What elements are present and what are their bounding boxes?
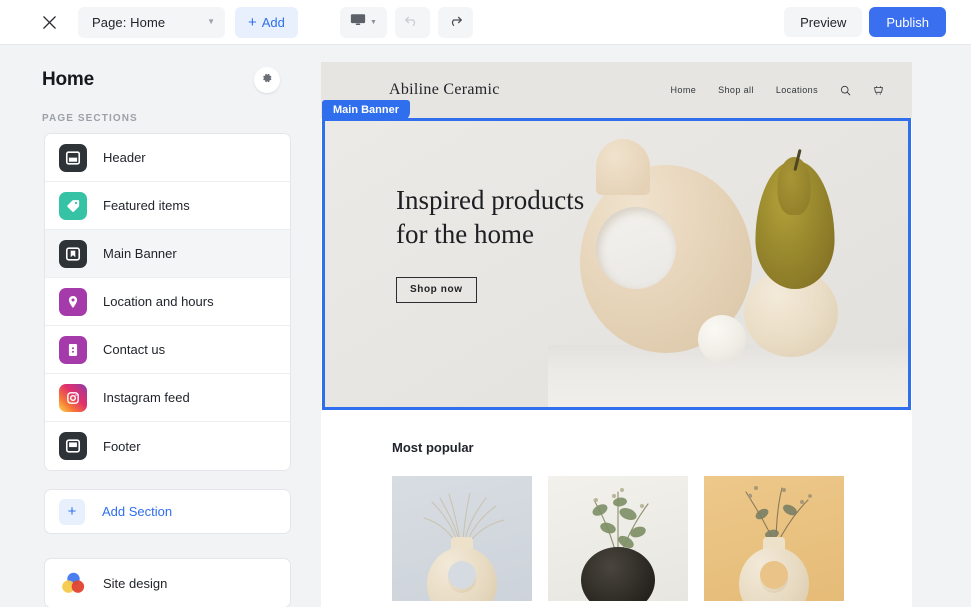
page-sections-list: Header Featured items Main Banner Locati… [44,133,291,471]
sidebar-item-label: Header [103,150,146,165]
page-settings-button[interactable] [254,67,280,93]
shop-now-button[interactable]: Shop now [396,277,477,304]
chevron-down-icon: ▼ [369,18,377,26]
sidebar-header: Home [0,45,309,93]
site-nav: Home Shop all Locations [671,85,884,96]
hero-title-line-2: for the home [396,219,534,250]
vase-hole [760,561,788,589]
color-circles-icon [59,569,87,597]
product-card-3[interactable] [704,476,844,601]
hero-title-line-1: Inspired products [396,185,585,215]
sidebar-item-label: Footer [103,438,141,454]
page-sections-label: PAGE SECTIONS [42,113,138,124]
redo-icon [447,13,463,32]
top-toolbar: Page: Home ▼ + Add ▼ Preview Publish [0,0,971,45]
site-design-button[interactable]: Site design [44,558,291,607]
pin-icon [59,287,87,316]
monitor-icon [350,13,366,32]
toolbar-tools: ▼ [339,6,473,38]
donut-vase-hole [596,207,676,289]
preview-button[interactable]: Preview [784,7,863,37]
add-button-label: Add [261,14,285,30]
site-brand: Abiline Ceramic [389,81,500,98]
contact-icon [59,335,87,364]
sidebar-item-instagram-feed[interactable]: Instagram feed [45,374,290,422]
footer-icon [59,432,87,460]
undo-icon [404,13,420,32]
vase-hole [448,561,476,589]
sidebar-item-label: Contact us [103,342,166,357]
pear [755,157,835,289]
gear-icon [261,71,273,89]
header-icon [59,143,87,172]
sidebar-item-label: Main Banner [103,246,177,261]
close-icon [42,15,57,30]
page-title: Home [42,69,94,90]
site-design-label: Site design [103,575,168,591]
sidebar-item-contact-us[interactable]: Contact us [45,326,290,374]
plus-icon: + [248,13,257,31]
add-button[interactable]: + Add [235,6,298,38]
device-preview-selector[interactable]: ▼ [339,6,387,38]
most-popular-title: Most popular [392,440,474,455]
redo-button[interactable] [437,6,473,38]
product-grid [392,476,912,601]
close-editor-button[interactable] [34,7,64,37]
page-selector-label: Page: Home [92,14,166,30]
nav-link-home[interactable]: Home [671,85,697,95]
cart-icon[interactable] [873,85,884,96]
hero-banner[interactable]: Inspired products for the home Shop now [325,121,908,407]
bookmark-icon [59,239,87,268]
search-icon[interactable] [840,85,851,96]
small-ball [698,315,746,363]
toolbar-actions: Preview Publish [784,7,946,37]
add-section-button[interactable]: + Add Section [44,489,291,534]
editor-canvas: Abiline Ceramic Home Shop all Locations [309,45,971,607]
sidebar-item-location-and-hours[interactable]: Location and hours [45,278,290,326]
sidebar-item-label: Location and hours [103,294,214,309]
product-card-2[interactable] [548,476,688,601]
chevron-down-icon: ▼ [207,17,215,26]
instagram-icon [59,383,87,412]
main-banner-section-selected[interactable]: Main Banner Inspired products for the ho… [322,100,911,410]
sidebar-item-label: Featured items [103,198,190,213]
page-selector[interactable]: Page: Home ▼ [78,6,225,38]
publish-button[interactable]: Publish [869,7,946,37]
sidebar-item-featured-items[interactable]: Featured items [45,182,290,230]
sidebar-item-main-banner[interactable]: Main Banner [45,230,290,278]
tag-icon [59,191,87,220]
plus-icon: + [59,498,85,525]
nav-link-shop-all[interactable]: Shop all [718,85,754,95]
undo-button[interactable] [394,6,430,38]
website-preview: Abiline Ceramic Home Shop all Locations [321,62,912,607]
sidebar-item-label: Instagram feed [103,390,190,405]
product-card-1[interactable] [392,476,532,601]
hero-still-life-image [548,121,908,407]
hero-copy: Inspired products for the home Shop now [396,183,585,304]
section-label-badge: Main Banner [322,100,411,121]
most-popular-section[interactable]: Most popular [321,410,912,601]
sidebar-item-footer[interactable]: Footer [45,422,290,470]
add-section-label: Add Section [102,504,173,519]
sidebar-item-header[interactable]: Header [45,134,290,182]
nav-link-locations[interactable]: Locations [776,85,818,95]
sidebar: Home PAGE SECTIONS Header Featured items… [0,45,309,607]
